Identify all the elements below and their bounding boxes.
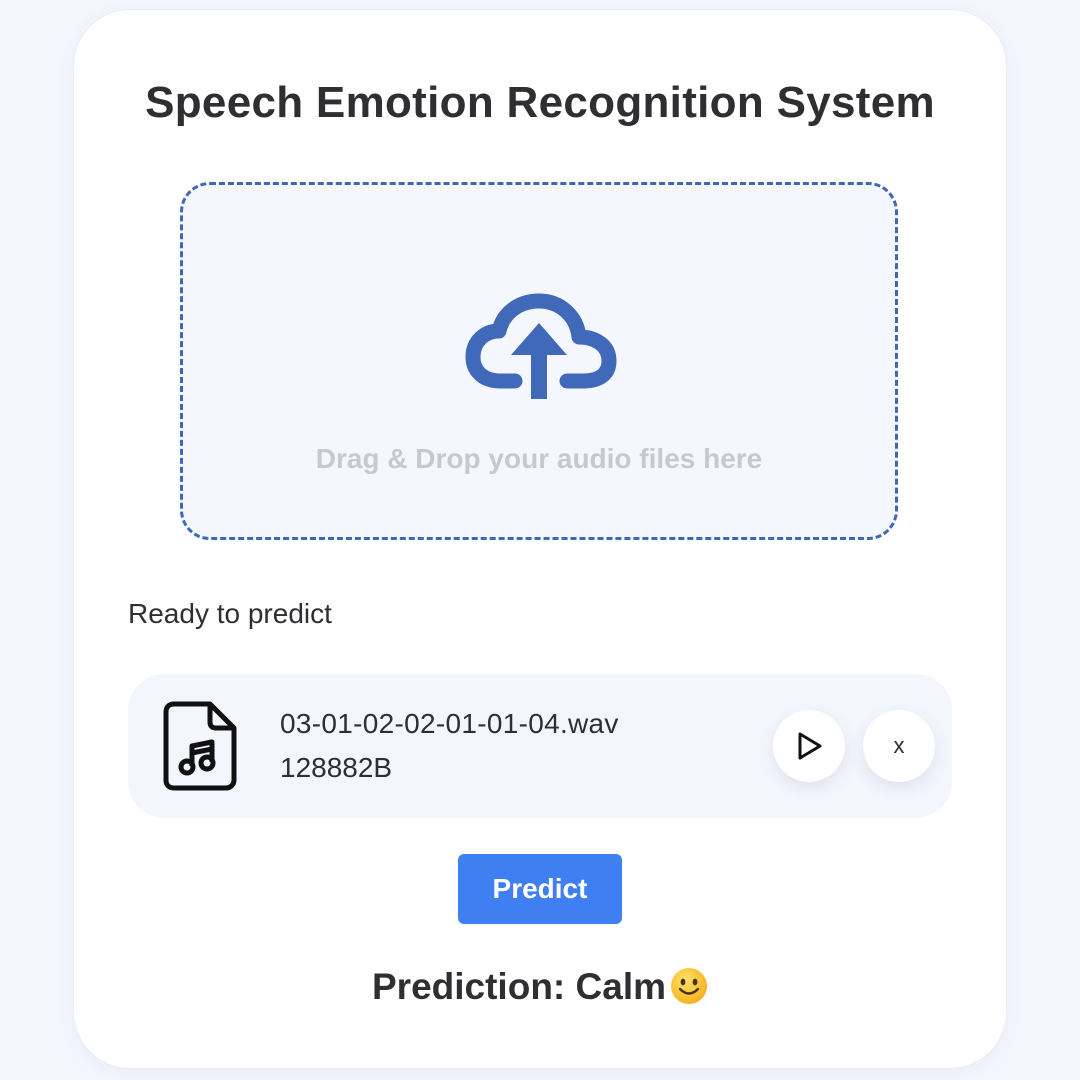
page-title: Speech Emotion Recognition System bbox=[145, 78, 935, 127]
play-icon bbox=[798, 732, 822, 760]
main-card: Speech Emotion Recognition System Drag &… bbox=[74, 10, 1006, 1068]
prediction-text: Prediction: Calm bbox=[372, 966, 666, 1007]
file-list-item: 03-01-02-02-01-01-04.wav 128882B x bbox=[128, 674, 952, 818]
file-size: 128882B bbox=[280, 752, 393, 783]
status-text: Ready to predict bbox=[128, 598, 332, 629]
predict-button[interactable]: Predict bbox=[458, 854, 622, 924]
slightly-smiling-face-icon bbox=[671, 968, 707, 1004]
audio-file-icon bbox=[163, 701, 237, 791]
play-button[interactable] bbox=[773, 710, 845, 782]
file-name: 03-01-02-02-01-01-04.wav bbox=[280, 708, 619, 739]
prediction-result: Prediction: Calm bbox=[74, 966, 1006, 1008]
audio-dropzone[interactable]: Drag & Drop your audio files here bbox=[180, 182, 898, 540]
remove-file-button[interactable]: x bbox=[863, 710, 935, 782]
cloud-upload-icon bbox=[465, 293, 617, 399]
dropzone-label: Drag & Drop your audio files here bbox=[315, 443, 763, 474]
